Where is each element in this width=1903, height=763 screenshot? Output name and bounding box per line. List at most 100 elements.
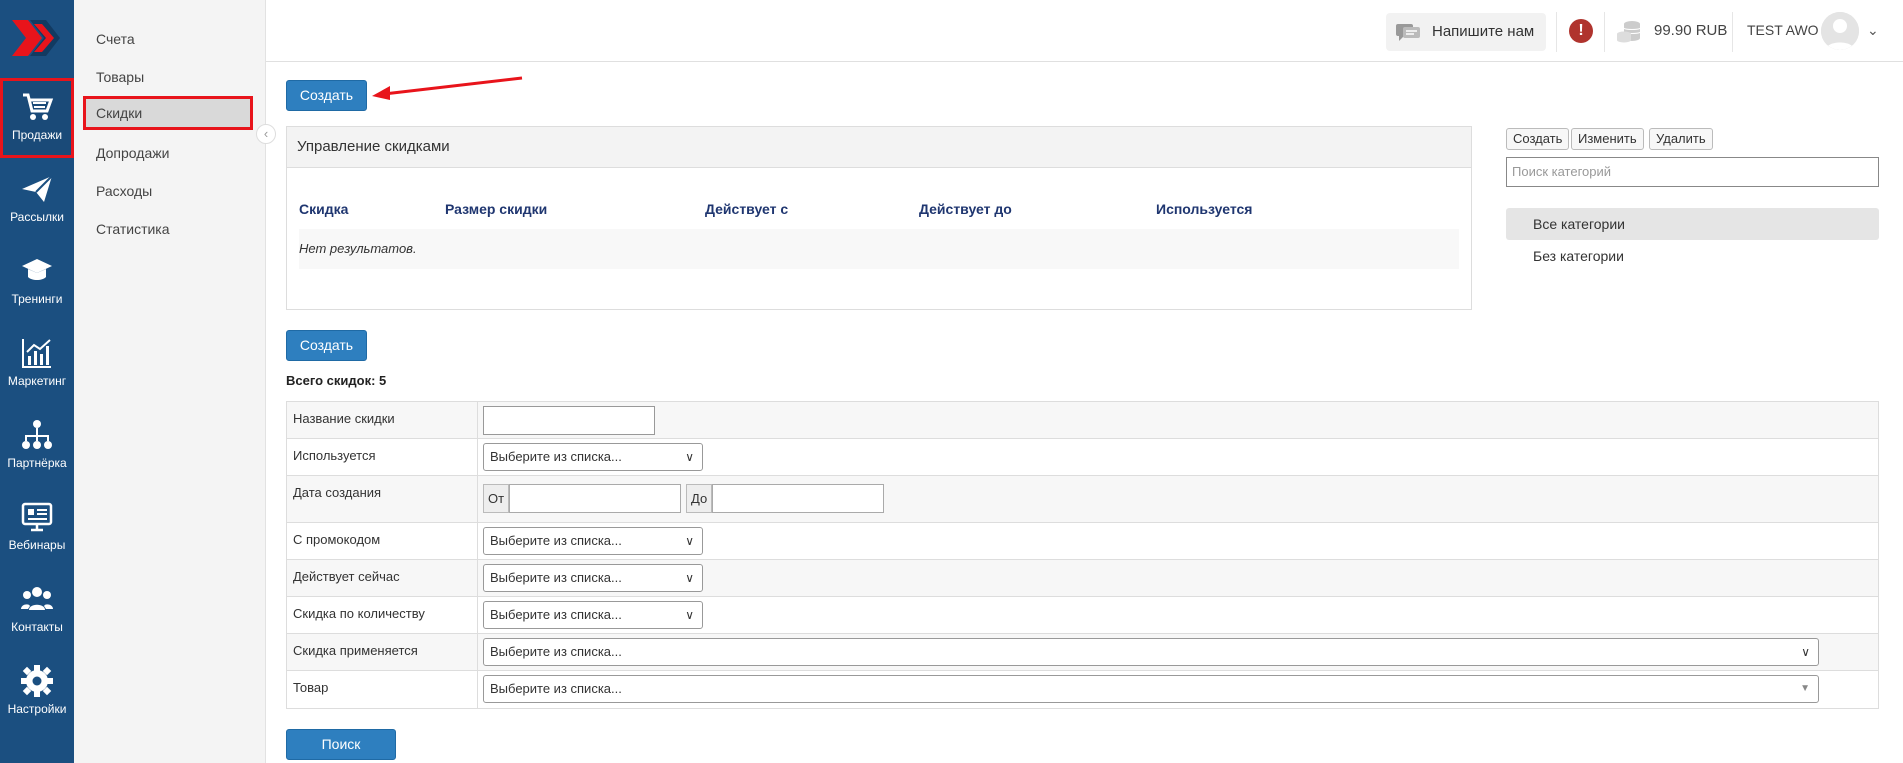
promocode-select[interactable]: Выберите из списка... ∨ — [483, 527, 703, 555]
filter-label: Товар — [293, 680, 329, 695]
annotation-arrow-icon — [372, 76, 523, 100]
chevron-down-icon: ∨ — [685, 534, 694, 548]
rail-item-label: Маркетинг — [7, 374, 67, 388]
divider — [1732, 12, 1733, 52]
subnav-item-discounts[interactable]: Скидки — [83, 96, 253, 130]
filter-row-name: Название скидки — [287, 402, 1878, 439]
rail-item-label: Партнёрка — [7, 456, 67, 470]
filter-row-used: Используется Выберите из списка... ∨ — [287, 439, 1878, 476]
applies-select[interactable]: Выберите из списка... ∨ — [483, 638, 1819, 666]
used-select[interactable]: Выберите из списка... ∨ — [483, 443, 703, 471]
filter-row-applies: Скидка применяется Выберите из списка...… — [287, 634, 1878, 671]
avatar[interactable] — [1821, 12, 1859, 50]
sub-navigation: Счета Товары Скидки Допродажи Расходы Ст… — [74, 0, 266, 763]
total-discounts: Всего скидок: 5 — [286, 373, 387, 388]
chart-icon — [22, 339, 51, 368]
rail-item-webinars[interactable]: Вебинары — [0, 488, 74, 568]
quantity-discount-select[interactable]: Выберите из списка... ∨ — [483, 601, 703, 629]
rail-item-contacts[interactable]: Контакты — [0, 570, 74, 650]
select-value: Выберите из списка... — [490, 681, 622, 696]
write-to-us-button[interactable]: Напишите нам — [1386, 13, 1546, 51]
rail-item-mailings[interactable]: Рассылки — [0, 160, 74, 240]
filter-row-product: Товар Выберите из списка... ▼ — [287, 671, 1878, 708]
cart-icon — [23, 93, 54, 120]
collapse-sidebar-button[interactable]: ‹ — [256, 124, 276, 144]
date-from-input[interactable] — [509, 484, 681, 513]
rail-item-label: Настройки — [7, 702, 67, 716]
rail-item-settings[interactable]: Настройки — [0, 652, 74, 732]
date-to-label: До — [686, 484, 712, 513]
filter-label: Действует сейчас — [293, 569, 400, 584]
rail-item-label: Контакты — [11, 620, 63, 634]
column-header-size[interactable]: Размер скидки — [445, 201, 547, 217]
balance-amount[interactable]: 99.90 RUB — [1654, 22, 1727, 39]
category-edit-button[interactable]: Изменить — [1571, 128, 1644, 150]
select-value: Выберите из списка... — [490, 533, 622, 548]
rail-item-partners[interactable]: Партнёрка — [0, 406, 74, 486]
filter-row-created-date: Дата создания От До — [287, 476, 1878, 523]
column-header-valid-to[interactable]: Действует до — [919, 201, 1012, 217]
filter-label: Название скидки — [293, 411, 395, 426]
column-header-valid-from[interactable]: Действует с — [705, 201, 788, 217]
users-icon — [21, 587, 53, 610]
app-root: Продажи Рассылки Тренинги Маркетинг Парт… — [0, 0, 1903, 763]
active-now-select[interactable]: Выберите из списка... ∨ — [483, 564, 703, 592]
column-header-used[interactable]: Используется — [1156, 201, 1252, 217]
column-header-discount[interactable]: Скидка — [299, 201, 348, 217]
gear-icon — [21, 665, 53, 697]
filter-row-quantity-discount: Скидка по количеству Выберите из списка.… — [287, 597, 1878, 634]
empty-results-text: Нет результатов. — [299, 241, 417, 256]
filter-cell — [477, 402, 1880, 438]
filter-label: Используется — [293, 448, 376, 463]
date-from-label: От — [483, 484, 509, 513]
filter-label: Дата создания — [293, 485, 382, 500]
rail-item-label: Вебинары — [8, 538, 66, 552]
hierarchy-icon — [22, 420, 52, 449]
category-item-uncategorized[interactable]: Без категории — [1506, 240, 1879, 272]
select-value: Выберите из списка... — [490, 570, 622, 585]
select-value: Выберите из списка... — [490, 449, 622, 464]
filter-cell: Выберите из списка... ∨ — [477, 523, 1880, 559]
alert-icon[interactable]: ! — [1569, 19, 1593, 43]
category-item-all[interactable]: Все категории — [1506, 208, 1879, 240]
category-create-button[interactable]: Создать — [1506, 128, 1570, 150]
caret-down-icon: ▼ — [1800, 683, 1810, 694]
rail-item-label: Тренинги — [11, 292, 63, 306]
write-to-us-label: Напишите нам — [1432, 23, 1535, 40]
select-value: Выберите из списка... — [490, 644, 622, 659]
filter-cell: Выберите из списка... ∨ — [477, 439, 1880, 475]
filter-label: Скидка по количеству — [293, 606, 425, 621]
main-rail: Продажи Рассылки Тренинги Маркетинг Парт… — [0, 0, 74, 763]
chevron-down-icon[interactable]: ⌄ — [1867, 22, 1879, 39]
rail-item-sales[interactable]: Продажи — [0, 78, 74, 158]
create-discount-button[interactable]: Создать — [286, 80, 367, 111]
search-button[interactable]: Поиск — [286, 729, 396, 760]
filter-label: С промокодом — [293, 532, 381, 547]
chevron-down-icon: ∨ — [685, 571, 694, 585]
filter-cell: От До — [477, 476, 1880, 522]
user-name[interactable]: TEST AWO — [1747, 22, 1819, 38]
top-bar: Напишите нам ! 99.90 RUB TEST AWO ⌄ — [266, 0, 1903, 62]
product-select[interactable]: Выберите из списка... ▼ — [483, 675, 1819, 703]
filter-cell: Выберите из списка... ∨ — [477, 560, 1880, 596]
filter-label: Скидка применяется — [293, 643, 418, 658]
rail-item-label: Рассылки — [10, 210, 64, 224]
rail-item-marketing[interactable]: Маркетинг — [0, 324, 74, 404]
discount-name-input[interactable] — [483, 406, 655, 435]
empty-results-row: Нет результатов. — [299, 229, 1459, 269]
divider — [1604, 12, 1605, 52]
divider — [1556, 12, 1557, 52]
coins-icon — [1617, 21, 1641, 43]
user-avatar-icon — [1821, 12, 1859, 50]
filter-row-promocode: С промокодом Выберите из списка... ∨ — [287, 523, 1878, 560]
select-value: Выберите из списка... — [490, 607, 622, 622]
date-to-input[interactable] — [712, 484, 884, 513]
create-discount-button-secondary[interactable]: Создать — [286, 330, 367, 361]
filter-table: Название скидки Используется Выберите из… — [286, 401, 1879, 709]
category-delete-button[interactable]: Удалить — [1649, 128, 1713, 150]
category-search-input[interactable]: Поиск категорий — [1506, 157, 1879, 187]
panel-title: Управление скидками — [287, 127, 1471, 168]
chevron-down-icon: ∨ — [685, 608, 694, 622]
rail-item-trainings[interactable]: Тренинги — [0, 242, 74, 322]
logo-icon[interactable] — [10, 16, 64, 60]
